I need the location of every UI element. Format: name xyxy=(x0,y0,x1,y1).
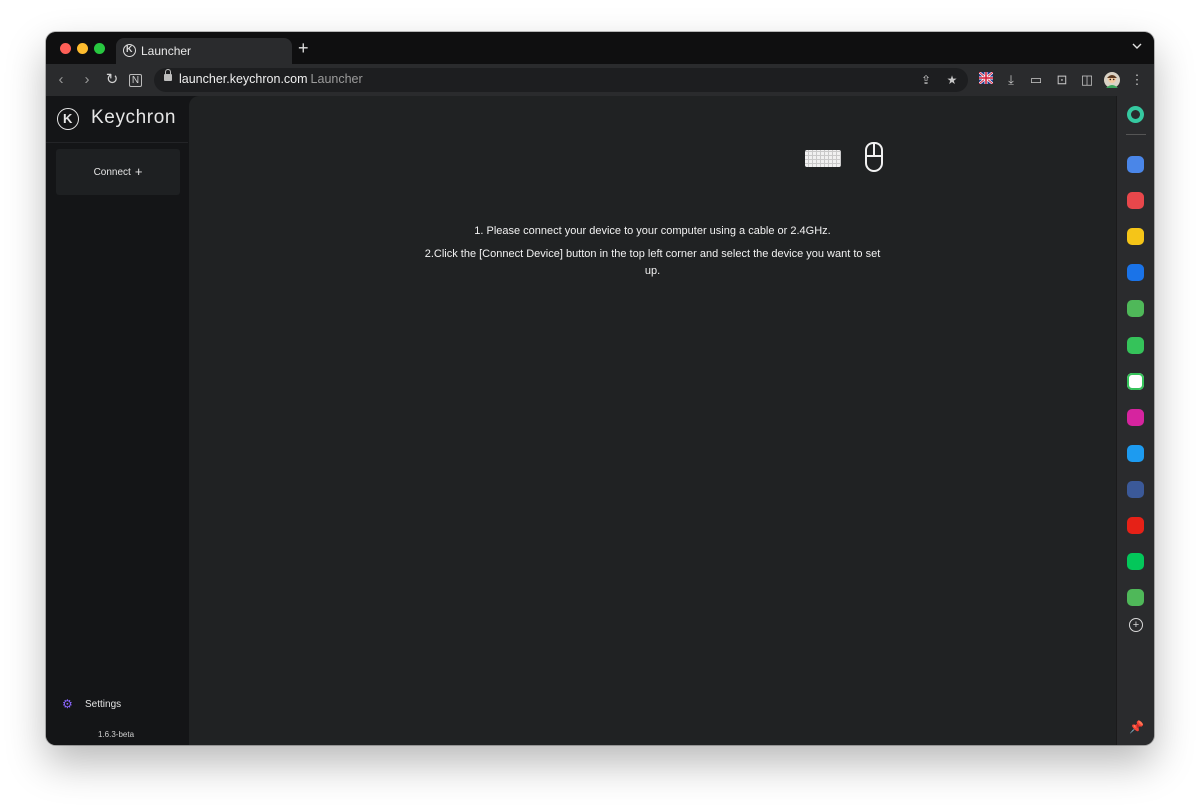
browser-toolbar: ‹ › ↻ N launcher.keychron.com Launcher ⇪ … xyxy=(46,64,1154,96)
calendar-extension-icon[interactable] xyxy=(1127,156,1144,173)
pocket-extension-icon[interactable] xyxy=(1127,192,1144,210)
main-content: 1. Please connect your device to your co… xyxy=(189,96,1116,745)
tab-launcher[interactable]: Launcher xyxy=(116,38,292,64)
chrome-extension-icon[interactable] xyxy=(1127,264,1144,282)
chat-extension-icon[interactable] xyxy=(1127,336,1144,354)
tab-search-chevron-icon[interactable] xyxy=(1132,41,1142,51)
side-panel-icon[interactable]: ◫ xyxy=(1079,72,1095,88)
bookmark-star-icon[interactable]: ★ xyxy=(944,72,960,88)
connect-label: Connect xyxy=(93,166,131,178)
youtube-extension-icon[interactable] xyxy=(1127,517,1144,534)
mouse-icon xyxy=(865,142,883,172)
forward-icon[interactable]: › xyxy=(78,71,96,89)
reload-icon[interactable]: ↻ xyxy=(103,71,121,89)
keychron-logo-icon: K xyxy=(57,108,79,130)
screenshot-icon[interactable]: ⊡ xyxy=(1054,72,1070,88)
star-extension-icon[interactable] xyxy=(1127,228,1144,246)
pin-icon[interactable]: 📌 xyxy=(1129,720,1144,734)
plus-icon: + xyxy=(134,164,143,179)
naver-extension-icon[interactable] xyxy=(1127,553,1144,571)
connect-button[interactable]: Connect + xyxy=(56,149,180,195)
media-icon[interactable]: ▭ xyxy=(1028,72,1044,88)
brand-mark-letter: K xyxy=(63,111,73,126)
browser-window: Launcher + ‹ › ↻ N launcher.keychron.com… xyxy=(46,32,1154,745)
settings-link[interactable]: ⚙ Settings xyxy=(62,698,121,710)
url-page-title: Launcher xyxy=(310,72,363,86)
keychron-favicon-icon xyxy=(123,44,136,57)
back-icon[interactable]: ‹ xyxy=(52,71,70,89)
tab-title: Launcher xyxy=(141,44,192,58)
profile-avatar-icon[interactable] xyxy=(1104,72,1120,88)
more-menu-icon[interactable]: ⋮ xyxy=(1129,72,1145,88)
lock-icon xyxy=(164,69,172,81)
panel-home-icon[interactable] xyxy=(1127,106,1144,123)
url-text: launcher.keychron.com Launcher xyxy=(179,72,363,86)
facebook-extension-icon[interactable] xyxy=(1127,480,1144,498)
instruction-connect-cable: 1. Please connect your device to your co… xyxy=(474,225,831,237)
brand-name: Keychron xyxy=(91,107,177,128)
keychron-launcher-app: K Keychron Connect + ⚙ Settings 1.6.3-be… xyxy=(46,96,1116,745)
sidebar-divider xyxy=(46,142,188,143)
twitter-extension-icon[interactable] xyxy=(1127,444,1144,462)
add-extension-icon[interactable]: + xyxy=(1129,618,1143,632)
instruction-connect-device: 2.Click the [Connect Device] button in t… xyxy=(424,248,881,277)
close-window-button[interactable] xyxy=(60,43,71,54)
settings-label: Settings xyxy=(85,698,122,710)
app-sidebar: K Keychron Connect + ⚙ Settings 1.6.3-be… xyxy=(46,96,188,745)
new-tab-button[interactable]: + xyxy=(298,39,309,57)
panel-divider xyxy=(1126,134,1146,135)
mail-extension-icon[interactable] xyxy=(1127,372,1144,390)
instagram-extension-icon[interactable] xyxy=(1127,408,1144,426)
address-bar[interactable]: launcher.keychron.com Launcher ⇪ ★ xyxy=(154,68,968,92)
app-version: 1.6.3-beta xyxy=(98,730,135,739)
notion-extension-icon[interactable]: N xyxy=(129,74,142,87)
gear-icon: ⚙ xyxy=(62,697,73,711)
tab-strip: Launcher + xyxy=(46,32,1154,64)
maximize-window-button[interactable] xyxy=(94,43,105,54)
info-extension-icon[interactable] xyxy=(1127,589,1144,607)
url-host: launcher.keychron.com xyxy=(179,72,308,86)
share-icon[interactable]: ⇪ xyxy=(918,72,934,88)
keyboard-icon xyxy=(805,150,841,167)
download-icon[interactable]: ⤓ xyxy=(1003,72,1019,88)
extension-side-panel: + 📌 xyxy=(1116,96,1154,745)
minimize-window-button[interactable] xyxy=(77,43,88,54)
evernote-extension-icon[interactable] xyxy=(1127,300,1144,318)
uk-flag-icon[interactable] xyxy=(978,71,994,88)
